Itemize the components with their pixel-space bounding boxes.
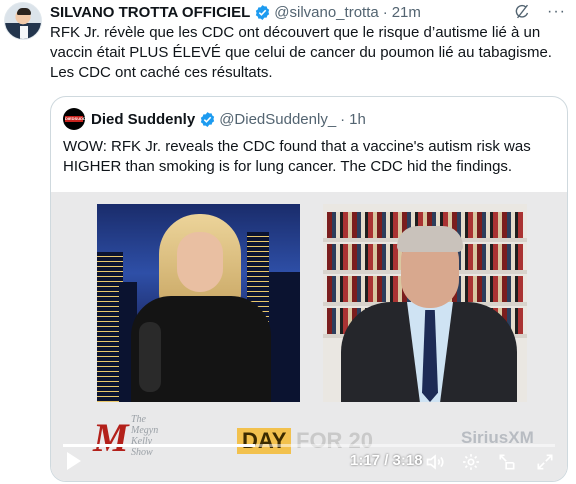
quoted-author-name[interactable]: Died Suddenly (91, 111, 195, 128)
author-handle[interactable]: @silvano_trotta (274, 4, 378, 21)
video-time-display: 1:17 / 3:18 (350, 452, 423, 469)
quoted-avatar-text: DIEDSUDDENLY.COM (65, 116, 85, 122)
verified-badge-icon (256, 4, 270, 20)
quoted-timestamp[interactable]: 1h (349, 111, 366, 128)
video-frame-guest (323, 204, 527, 402)
separator-dot: · (382, 3, 388, 21)
tweet-top-actions: ··· (514, 3, 566, 20)
author-avatar[interactable] (4, 2, 42, 40)
popout-icon[interactable] (497, 452, 517, 472)
tweet-text: RFK Jr. révèle que les CDC ont découvert… (50, 24, 552, 81)
quoted-tweet-header: DIEDSUDDENLY.COM Died Suddenly @DiedSudd… (63, 108, 366, 130)
quoted-tweet[interactable]: DIEDSUDDENLY.COM Died Suddenly @DiedSudd… (50, 96, 568, 482)
more-options-icon[interactable]: ··· (547, 3, 566, 20)
video-player[interactable]: M The Megyn Kelly Show DAY FOR 20 Sirius… (51, 192, 567, 481)
video-frame-host (97, 204, 300, 402)
video-controls: 1:17 / 3:18 (51, 450, 567, 480)
video-progress-fill (63, 444, 255, 447)
grok-icon[interactable] (514, 3, 531, 20)
author-name[interactable]: SILVANO TROTTA OFFICIEL (50, 4, 250, 21)
play-icon[interactable] (67, 452, 81, 470)
volume-icon[interactable] (425, 452, 445, 472)
quoted-tweet-text: WOW: RFK Jr. reveals the CDC found that … (63, 138, 531, 175)
tweet-header: SILVANO TROTTA OFFICIEL @silvano_trotta … (50, 2, 421, 22)
separator-dot: · (340, 110, 346, 128)
quoted-author-avatar[interactable]: DIEDSUDDENLY.COM (63, 108, 85, 130)
tweet-timestamp[interactable]: 21m (392, 4, 421, 21)
tweet[interactable]: SILVANO TROTTA OFFICIEL @silvano_trotta … (0, 0, 576, 484)
verified-badge-icon (201, 111, 215, 127)
fullscreen-icon[interactable] (535, 452, 555, 472)
microphone (139, 322, 161, 392)
video-progress-bar[interactable] (63, 444, 555, 447)
settings-gear-icon[interactable] (461, 452, 481, 472)
quoted-author-handle[interactable]: @DiedSuddenly_ (219, 111, 336, 128)
